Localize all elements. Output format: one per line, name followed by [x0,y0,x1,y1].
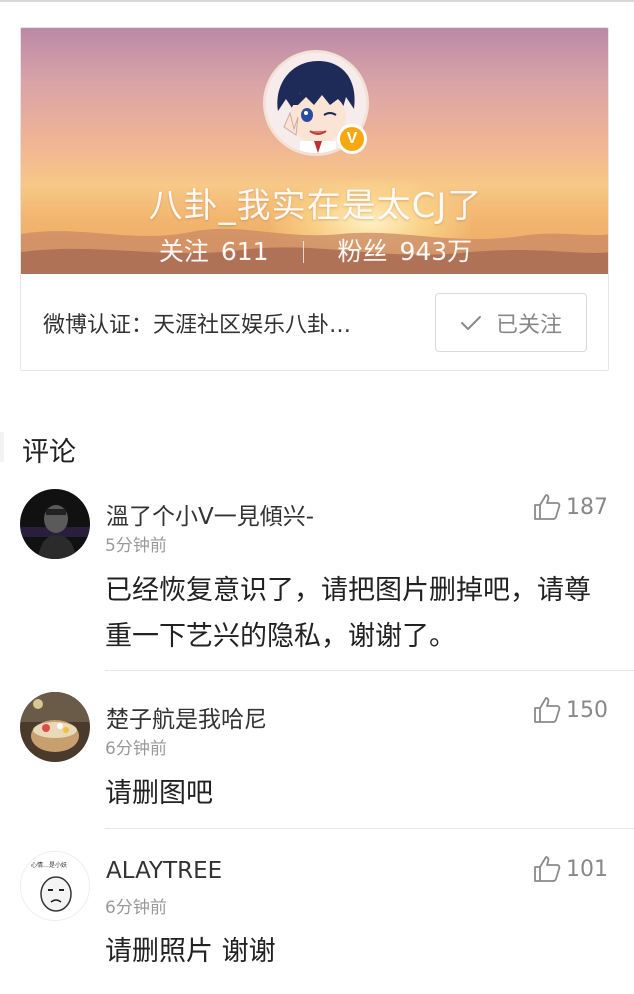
comment-divider [105,828,634,829]
thumbs-up-icon [534,856,561,882]
comment-time: 6分钟前 [105,898,167,918]
food-photo-avatar-icon [20,692,90,762]
comment-time: 6分钟前 [105,739,167,759]
verification-text: 微博认证：天涯社区娱乐八卦… [43,313,352,338]
comments-title: 评论 [22,437,76,468]
section-marker [0,432,4,462]
profile-stats: 关注 611 粉丝 943万 [21,232,608,268]
commenter-name[interactable]: ALAYTREE [106,858,222,884]
following-count: 611 [220,237,269,266]
avatar-caption: 心情…是小妖 [31,862,68,869]
like-button[interactable]: 187 [532,492,608,522]
following-button[interactable]: 已关注 [435,293,587,352]
like-count: 150 [566,697,608,723]
like-count: 101 [566,856,608,882]
like-count: 187 [566,494,608,520]
followers-label: 粉丝 [337,237,388,266]
profile-card[interactable]: V 八卦_我实在是太CJ了 关注 611 粉丝 943万 微博认证：天涯社区娱乐八卦… [20,27,609,371]
like-button[interactable]: 101 [532,854,608,884]
following-button-label: 已关注 [495,312,562,338]
dark-portrait-avatar-icon [20,489,90,559]
commenter-avatar[interactable]: 心情…是小妖 [20,851,90,921]
top-divider [0,0,634,2]
following-stat[interactable]: 关注 611 [159,237,277,266]
commenter-avatar[interactable] [20,489,90,559]
profile-username: 八卦_我实在是太CJ了 [148,186,483,226]
commenter-avatar[interactable] [20,692,90,762]
comment-text: 已经恢复意识了，请把图片删掉吧，请尊重一下艺兴的隐私，谢谢了。 [105,575,591,652]
comment-text: 请删图吧 [105,778,213,809]
commenter-name[interactable]: 楚子航是我哈尼 [106,700,267,734]
following-label: 关注 [158,237,209,266]
stats-separator [302,241,304,263]
comment-time: 5分钟前 [105,536,167,556]
followers-count: 943万 [399,237,473,266]
like-button[interactable]: 150 [532,695,608,725]
thumbs-up-icon [534,494,561,520]
verification-row: 微博认证：天涯社区娱乐八卦… 已关注 [21,274,608,370]
comment-divider [105,670,634,671]
thumbs-up-icon [534,697,561,723]
profile-banner: V 八卦_我实在是太CJ了 关注 611 粉丝 943万 [21,28,608,274]
commenter-name[interactable]: 溫了个小V一見傾兴- [106,497,314,531]
verified-badge-icon: V [337,124,367,154]
followers-stat[interactable]: 粉丝 943万 [337,237,472,266]
comment-text: 请删照片 谢谢 [105,936,276,967]
check-icon [460,315,481,330]
